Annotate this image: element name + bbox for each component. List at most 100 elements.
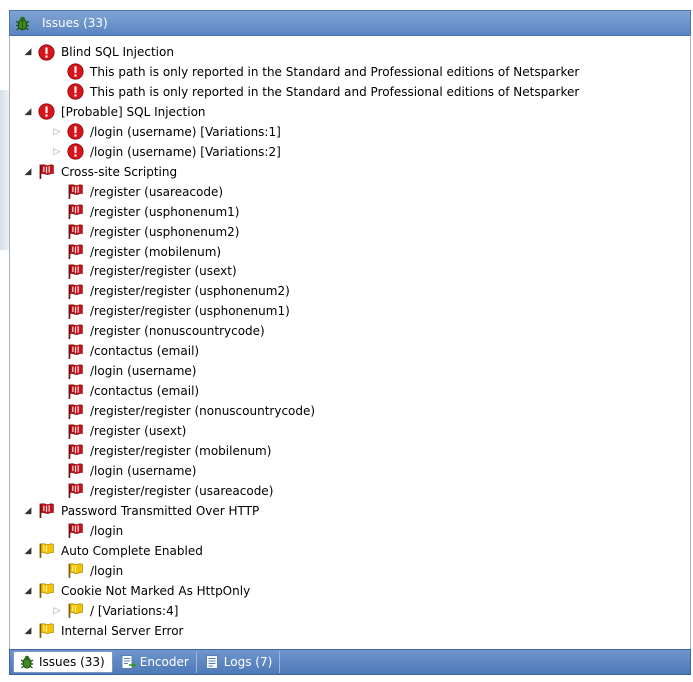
tree-item-label: /register (usareacode) (90, 184, 224, 199)
tree-item-label: Internal Server Error (61, 623, 184, 638)
red-flag-icon (67, 363, 84, 380)
tree-item-label: /register (nonuscountrycode) (90, 324, 265, 339)
expanded-arrow-icon[interactable]: ◢ (23, 167, 33, 177)
tree-item-label: /login (username) [Variations:2] (90, 144, 281, 159)
red-flag-icon (67, 462, 84, 479)
tree-item-label: /register (usphonenum2) (90, 224, 240, 239)
encoder-icon (120, 654, 136, 670)
tree-item-label: /login (90, 563, 124, 578)
tree-item-row[interactable]: /login (username) (52, 361, 196, 381)
panel-title: Issues (33) (42, 16, 108, 30)
expanded-arrow-icon[interactable]: ◢ (23, 107, 33, 117)
tree-item-row[interactable]: This path is only reported in the Standa… (52, 82, 579, 102)
yellow-flag-icon (38, 582, 55, 599)
expanded-arrow-icon[interactable]: ◢ (23, 506, 33, 516)
tree-group-row[interactable]: ◢ Auto Complete Enabled (23, 541, 203, 561)
tree-item-row[interactable]: /register/register (usext) (52, 261, 237, 281)
tab-bug[interactable]: Issues (33) (13, 651, 113, 673)
expanded-arrow-icon[interactable]: ◢ (23, 626, 33, 636)
tree-item-row[interactable]: /login (52, 521, 123, 541)
tree-item-row[interactable]: /register/register (usphonenum2) (52, 281, 290, 301)
tree-group-row[interactable]: ◢ [Probable] SQL Injection (23, 102, 206, 122)
tree-item-row[interactable]: /register/register (usareacode) (52, 481, 273, 501)
critical-icon (67, 63, 84, 81)
tree-group-row[interactable]: ◢ Cookie Not Marked As HttpOnly (23, 581, 250, 601)
tree-item-label: /register/register (usareacode) (90, 483, 274, 498)
red-flag-icon (67, 303, 84, 320)
tree-item-row[interactable]: /register (usareacode) (52, 182, 223, 202)
tab-label: Encoder (139, 655, 189, 669)
tree-item-label: /register/register (usext) (90, 264, 237, 279)
tree-item-label: / [Variations:4] (90, 603, 179, 618)
tree-item-label: /register (mobilenum) (90, 244, 222, 259)
critical-icon (67, 143, 84, 160)
tree-item-row[interactable]: /register (nonuscountrycode) (52, 321, 265, 341)
tree-group-row[interactable]: ◢ Internal Server Error (23, 621, 183, 641)
expanded-arrow-icon[interactable]: ◢ (23, 47, 33, 57)
collapsed-arrow-icon[interactable]: ▷ (52, 606, 62, 616)
tree-item-row[interactable]: /contactus (email) (52, 381, 199, 401)
tree-item-label: This path is only reported in the Standa… (90, 64, 580, 79)
tree-group-row[interactable]: ◢ Cross-site Scripting (23, 162, 177, 182)
tab-logs[interactable]: Logs (7) (199, 651, 281, 673)
expanded-arrow-icon[interactable]: ◢ (23, 546, 33, 556)
tree-item-row[interactable]: /login (username) (52, 461, 196, 481)
tree-item-row[interactable]: /register/register (nonuscountrycode) (52, 401, 315, 421)
tree-item-label: This path is only reported in the Standa… (90, 84, 580, 99)
red-flag-icon (67, 283, 84, 300)
tree-item-label: /contactus (email) (90, 384, 200, 399)
tree-item-row[interactable]: This path is only reported in the Standa… (52, 62, 579, 82)
tree-group-row[interactable]: ◢ Password Transmitted Over HTTP (23, 501, 259, 521)
tree-item-row[interactable]: /register (usphonenum1) (52, 202, 239, 222)
yellow-flag-icon (38, 542, 55, 559)
tree-item-row[interactable]: /login (52, 561, 123, 581)
critical-icon (38, 43, 55, 61)
tree-item-row[interactable]: /register (mobilenum) (52, 242, 221, 262)
tree-item-label: /register (usphonenum1) (90, 204, 240, 219)
collapsed-arrow-icon[interactable]: ▷ (52, 127, 62, 137)
red-flag-icon (67, 183, 84, 200)
red-flag-icon (67, 522, 84, 539)
tab-encoder[interactable]: Encoder (115, 651, 197, 673)
collapsed-arrow-icon[interactable]: ▷ (52, 147, 62, 157)
yellow-flag-icon (67, 602, 84, 619)
tree-item-label: Cookie Not Marked As HttpOnly (61, 583, 251, 598)
tree-group-row[interactable]: ◢ Blind SQL Injection (23, 42, 174, 62)
tree-item-row[interactable]: /register (usphonenum2) (52, 222, 239, 242)
expanded-arrow-icon[interactable]: ◢ (23, 586, 33, 596)
bottom-tab-bar: Issues (33) Encoder Logs (7) (9, 649, 691, 675)
red-flag-icon (67, 243, 84, 260)
tree-item-row[interactable]: /register/register (mobilenum) (52, 441, 271, 461)
tree-item-label: /contactus (email) (90, 344, 200, 359)
critical-icon (67, 123, 84, 140)
tree-item-row[interactable]: /register (usext) (52, 421, 186, 441)
tree-item-label: /login (username) (90, 364, 197, 379)
tree-item-label: Cross-site Scripting (61, 164, 178, 179)
left-splitter[interactable] (0, 90, 9, 250)
tree-item-label: Password Transmitted Over HTTP (61, 503, 260, 518)
tree-item-row[interactable]: ▷ /login (username) [Variations:2] (52, 142, 281, 162)
tree-item-row[interactable]: /contactus (email) (52, 341, 199, 361)
red-flag-icon (67, 263, 84, 280)
yellow-flag-icon (67, 562, 84, 579)
tree-item-row[interactable]: /register/register (usphonenum1) (52, 301, 290, 321)
red-flag-icon (67, 482, 84, 499)
tree-item-row[interactable]: ▷ / [Variations:4] (52, 601, 178, 621)
tree-item-row[interactable]: ▷ /login (username) [Variations:1] (52, 122, 281, 142)
logs-icon (204, 654, 220, 670)
critical-icon (67, 83, 84, 100)
tree-item-label: Blind SQL Injection (61, 45, 174, 59)
